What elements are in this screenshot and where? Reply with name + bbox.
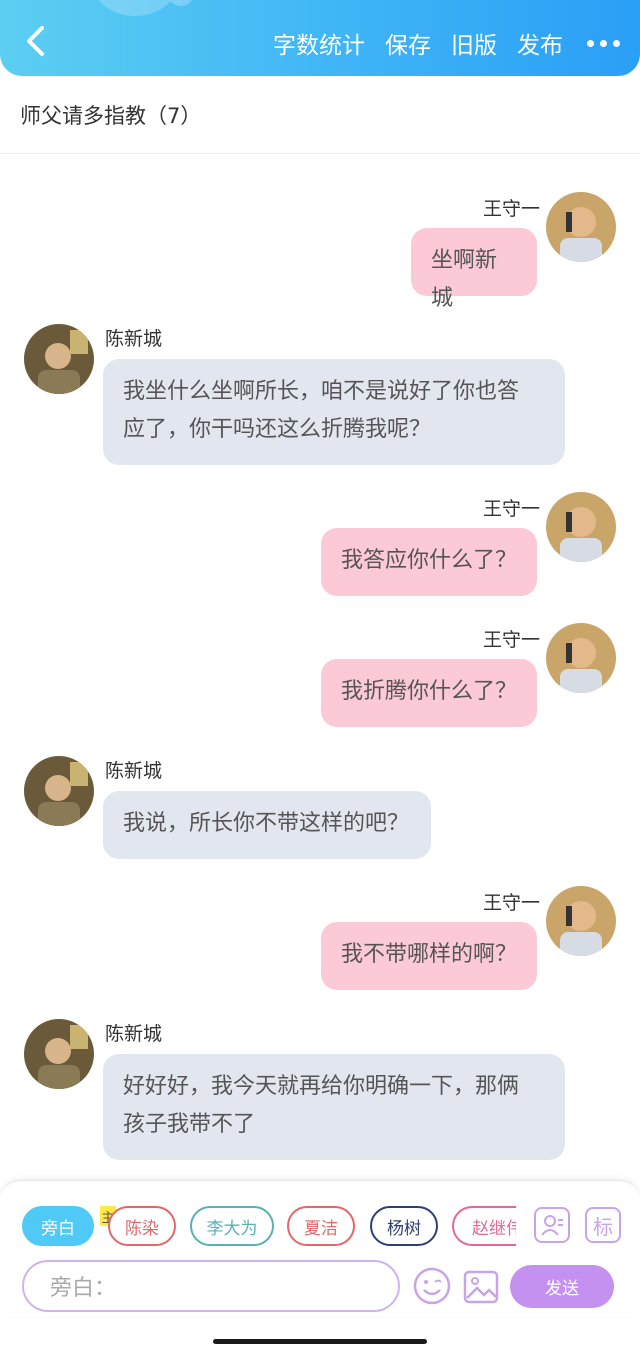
- speaker-name: 陈新城: [105, 760, 163, 782]
- avatar-chen[interactable]: [24, 324, 94, 394]
- speaker-name: 陈新城: [105, 1023, 163, 1045]
- speaker-name: 王守一: [483, 629, 541, 651]
- message-bubble[interactable]: 坐啊新城: [411, 228, 537, 311]
- image-icon[interactable]: [462, 1268, 500, 1306]
- tag-icon[interactable]: 标: [585, 1207, 621, 1243]
- emoji-icon[interactable]: [412, 1266, 452, 1306]
- decorative-bubble: [90, 0, 180, 16]
- speaker-name: 王守一: [483, 892, 541, 914]
- header-actions: 字数统计 保存 旧版 发布: [253, 26, 620, 60]
- back-arrow-icon[interactable]: [22, 24, 50, 58]
- avatar-wang[interactable]: [546, 886, 616, 956]
- character-manage-icon[interactable]: [534, 1207, 570, 1243]
- avatar-chen[interactable]: [24, 756, 94, 826]
- avatar-wang[interactable]: [546, 192, 616, 262]
- message-bubble[interactable]: 好好好，我今天就再给你明确一下，那俩 孩子我带不了: [103, 1054, 565, 1160]
- avatar-wang[interactable]: [546, 623, 616, 693]
- chapter-title-bar: 师父请多指教（7）: [0, 76, 640, 154]
- old-version-button[interactable]: 旧版: [451, 26, 497, 60]
- save-button[interactable]: 保存: [385, 26, 431, 60]
- speaker-name: 王守一: [483, 498, 541, 520]
- message-bubble[interactable]: 我坐什么坐啊所长，咱不是说好了你也答 应了，你干吗还这么折腾我呢？: [103, 359, 565, 465]
- message-text: 坐啊新城: [431, 248, 498, 311]
- send-button[interactable]: 发送: [510, 1265, 614, 1308]
- speaker-name: 陈新城: [105, 328, 163, 350]
- home-indicator: [213, 1339, 427, 1344]
- role-chip[interactable]: 李大为: [190, 1206, 274, 1246]
- role-chip[interactable]: 赵继伟: [452, 1206, 516, 1246]
- message-text: 我坐什么坐啊所长，咱不是说好了你也答: [123, 379, 520, 404]
- message-text: 我说，所长你不带这样的吧？: [123, 811, 410, 836]
- message-text: 我折腾你什么了？: [341, 679, 518, 704]
- word-count-button[interactable]: 字数统计: [273, 26, 365, 60]
- role-chip[interactable]: 杨树: [370, 1206, 438, 1246]
- message-text: 孩子我带不了: [123, 1112, 256, 1137]
- decorative-bubble: [168, 0, 194, 6]
- role-chip[interactable]: 夏洁: [287, 1206, 355, 1246]
- role-chip-narrator[interactable]: 旁白: [22, 1206, 94, 1246]
- message-text: 我不带哪样的啊？: [341, 942, 518, 967]
- message-bubble[interactable]: 我折腾你什么了？: [321, 659, 537, 727]
- avatar-chen[interactable]: [24, 1019, 94, 1089]
- message-bubble[interactable]: 我说，所长你不带这样的吧？: [103, 791, 431, 859]
- message-input[interactable]: 旁白：: [22, 1260, 400, 1312]
- avatar-wang[interactable]: [546, 492, 616, 562]
- message-text: 好好好，我今天就再给你明确一下，那俩: [123, 1074, 520, 1099]
- message-bubble[interactable]: 我不带哪样的啊？: [321, 922, 537, 990]
- top-app-bar: 字数统计 保存 旧版 发布: [0, 0, 640, 76]
- message-text: 我答应你什么了？: [341, 548, 518, 573]
- message-bubble[interactable]: 我答应你什么了？: [321, 528, 537, 596]
- chapter-title: 师父请多指教（7）: [20, 104, 202, 128]
- role-chip[interactable]: 陈染: [108, 1206, 176, 1246]
- more-icon[interactable]: [587, 39, 620, 47]
- speaker-name: 王守一: [483, 198, 541, 220]
- message-text: 应了，你干吗还这么折腾我呢？: [123, 417, 432, 442]
- publish-button[interactable]: 发布: [517, 26, 563, 60]
